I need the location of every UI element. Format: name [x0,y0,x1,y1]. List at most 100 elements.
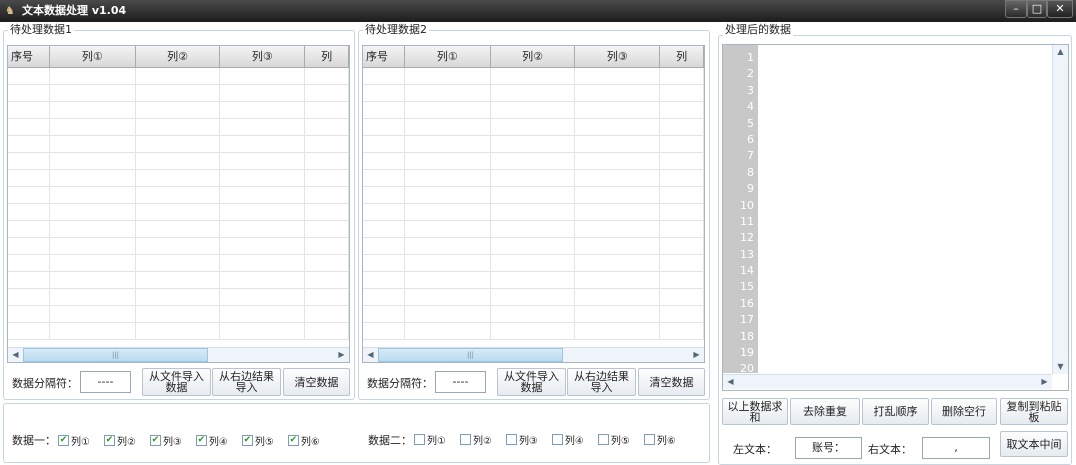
table-row[interactable] [8,85,349,102]
checkbox-icon[interactable] [597,434,609,445]
table-row[interactable] [8,170,349,187]
table-row[interactable] [363,255,704,272]
table-row[interactable] [363,323,704,340]
result-action-button[interactable]: 去除重复 [790,398,860,425]
separator-input[interactable]: ---- [435,371,486,393]
table-row[interactable] [363,238,704,255]
checkbox-checked-icon[interactable]: ✔ [287,435,299,446]
table-row[interactable] [8,289,349,306]
maximize-button[interactable]: □ [1027,0,1047,18]
column-checkbox[interactable]: ✔ 列② [103,433,136,448]
left-text-input[interactable]: 账号： [795,437,862,459]
result-editor[interactable]: 1 2 3 4 5 6 7 8 9 10 11 12 13 14 15 16 17 18 19 20 ▲ ▼ ◀ ▶ [722,44,1069,391]
checkbox-checked-icon[interactable]: ✔ [103,435,115,446]
table-row[interactable] [363,289,704,306]
column-header[interactable]: 序号 [363,46,405,67]
horizontal-scrollbar[interactable]: ◀ ||| ▶ [8,347,349,362]
scroll-right-icon[interactable]: ▶ [334,348,349,362]
table-row[interactable] [8,272,349,289]
column-header[interactable]: 列 [660,46,704,67]
table-row[interactable] [363,272,704,289]
scroll-right-icon[interactable]: ▶ [1037,375,1052,389]
column-checkbox[interactable]: ✔ 列③ [149,433,182,448]
column-checkbox[interactable]: ✔ 列⑥ [287,433,320,448]
table-row[interactable] [363,68,704,85]
column-header[interactable]: 列③ [575,46,661,67]
table-row[interactable] [8,323,349,340]
table-row[interactable] [8,136,349,153]
checkbox-icon[interactable] [551,434,563,445]
separator-input[interactable]: ---- [80,371,131,393]
checkbox-checked-icon[interactable]: ✔ [149,435,161,446]
table-row[interactable] [363,136,704,153]
column-checkbox[interactable]: 列④ [551,432,584,447]
column-header[interactable]: 列② [136,46,221,67]
table-row[interactable] [8,306,349,323]
scroll-up-icon[interactable]: ▲ [1053,45,1068,59]
clear-data-button[interactable]: 清空数据 [283,368,350,396]
column-checkbox[interactable]: 列⑥ [643,432,676,447]
import-from-result-button[interactable]: 从右边结果导入 [212,368,281,396]
scroll-left-icon[interactable]: ◀ [8,348,23,362]
scroll-down-icon[interactable]: ▼ [1053,360,1068,374]
extract-middle-button[interactable]: 取文本中间 [1000,431,1068,457]
panel2-table[interactable]: 序号 列① 列② 列③ 列 ◀ ||| ▶ [362,45,705,363]
table-row[interactable] [8,204,349,221]
column-header[interactable]: 列① [50,46,136,67]
table-row[interactable] [8,221,349,238]
horizontal-scrollbar[interactable]: ◀ ||| ▶ [363,347,704,362]
result-action-button[interactable]: 删除空行 [931,398,997,425]
panel1-table[interactable]: 序号 列① 列② 列③ 列 ◀ ||| ▶ [7,45,350,363]
column-checkbox[interactable]: 列① [414,432,446,447]
table-row[interactable] [363,170,704,187]
vertical-scrollbar[interactable]: ▲ ▼ [1052,45,1068,374]
table-row[interactable] [363,153,704,170]
column-checkbox[interactable]: ✔ 列④ [195,433,228,448]
table-row[interactable] [8,68,349,85]
result-action-button[interactable]: 打乱顺序 [862,398,929,425]
scroll-right-icon[interactable]: ▶ [689,348,704,362]
column-checkbox[interactable]: 列⑤ [597,432,630,447]
table-row[interactable] [363,119,704,136]
table-row[interactable] [363,102,704,119]
column-header[interactable]: 列② [491,46,576,67]
table-row[interactable] [363,85,704,102]
checkbox-icon[interactable] [643,434,655,445]
column-header[interactable]: 列③ [220,46,306,67]
table-row[interactable] [8,119,349,136]
result-action-button[interactable]: 复制到粘贴板 [1000,398,1068,425]
result-action-button[interactable]: 以上数据求和 [722,398,788,425]
scroll-left-icon[interactable]: ◀ [363,348,378,362]
checkbox-checked-icon[interactable]: ✔ [195,435,207,446]
checkbox-checked-icon[interactable]: ✔ [58,435,69,446]
checkbox-icon[interactable] [505,434,517,445]
table-row[interactable] [363,187,704,204]
table-row[interactable] [8,153,349,170]
column-checkbox[interactable]: ✔ 列① [58,433,90,448]
checkbox-checked-icon[interactable]: ✔ [241,435,253,446]
column-header[interactable]: 序号 [8,46,50,67]
right-text-input[interactable]: , [922,437,990,459]
column-checkbox[interactable]: 列③ [505,432,538,447]
checkbox-icon[interactable] [414,434,425,445]
checkbox-icon[interactable] [459,434,471,445]
column-header[interactable]: 列 [305,46,349,67]
table-row[interactable] [363,306,704,323]
table-row[interactable] [8,238,349,255]
column-checkbox[interactable]: ✔ 列⑤ [241,433,274,448]
table-row[interactable] [8,255,349,272]
table-row[interactable] [8,187,349,204]
table-row[interactable] [8,102,349,119]
close-button[interactable]: ✕ [1047,0,1073,18]
column-checkbox[interactable]: 列② [459,432,492,447]
scroll-thumb[interactable]: ||| [378,348,563,362]
table-row[interactable] [363,204,704,221]
scroll-thumb[interactable]: ||| [23,348,208,362]
table-row[interactable] [363,221,704,238]
horizontal-scrollbar[interactable]: ◀ ▶ [723,374,1052,389]
clear-data-button[interactable]: 清空数据 [638,368,705,396]
scroll-left-icon[interactable]: ◀ [723,375,738,389]
import-file-button[interactable]: 从文件导入数据 [497,368,566,396]
import-from-result-button[interactable]: 从右边结果导入 [567,368,636,396]
import-file-button[interactable]: 从文件导入数据 [142,368,211,396]
